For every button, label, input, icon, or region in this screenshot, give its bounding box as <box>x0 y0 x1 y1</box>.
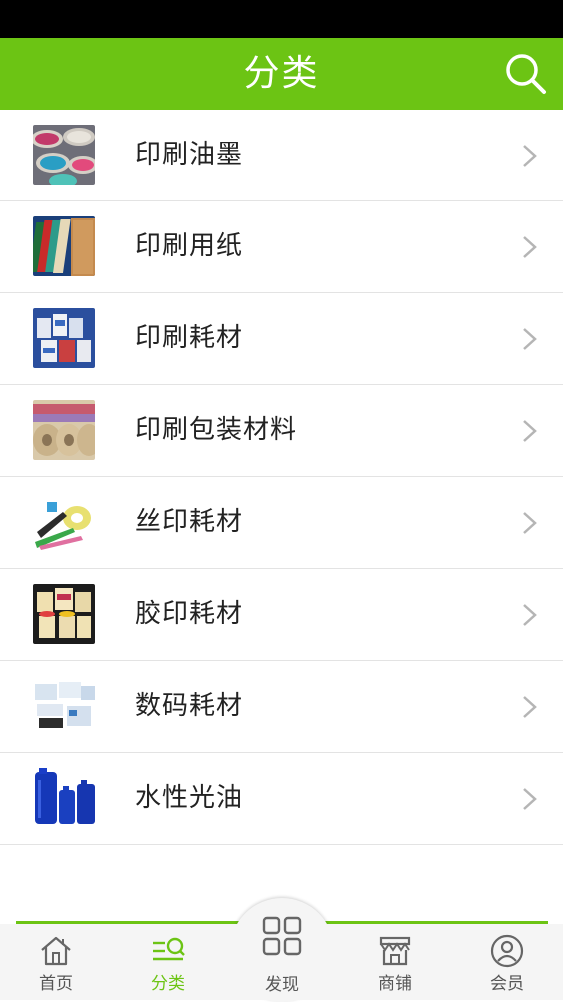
chevron-right-icon <box>523 145 537 167</box>
category-item-offset-consumables[interactable]: 胶印耗材 <box>0 569 563 661</box>
screen-print-tools-thumbnail <box>33 492 95 552</box>
chevron-right-icon <box>523 788 537 810</box>
chevron-right-icon <box>523 512 537 534</box>
grid-icon <box>262 916 302 956</box>
tab-category[interactable]: 分类 <box>112 924 224 1000</box>
category-label: 印刷包装材料 <box>135 415 298 445</box>
category-label: 胶印耗材 <box>135 599 244 629</box>
chevron-right-icon <box>523 236 537 258</box>
chevron-right-icon <box>523 696 537 718</box>
consumables-cans-thumbnail <box>33 308 95 368</box>
category-label: 印刷耗材 <box>135 323 244 353</box>
category-label: 数码耗材 <box>135 691 244 721</box>
chevron-right-icon <box>523 328 537 350</box>
ink-cans-thumbnail <box>33 125 95 185</box>
tab-store[interactable]: 商铺 <box>339 924 451 1000</box>
category-icon <box>153 937 185 961</box>
category-item-digital-consumables[interactable]: 数码耗材 <box>0 661 563 753</box>
tab-label: 首页 <box>39 974 73 994</box>
category-label: 水性光油 <box>135 783 244 813</box>
home-icon <box>41 936 71 966</box>
tab-home[interactable]: 首页 <box>0 924 112 1000</box>
category-item-screen-print-consumables[interactable]: 丝印耗材 <box>0 477 563 569</box>
tab-discover[interactable]: 发现 <box>226 916 338 1000</box>
search-button[interactable] <box>503 51 549 97</box>
store-icon <box>379 936 411 966</box>
category-label: 印刷用纸 <box>135 231 244 261</box>
chevron-right-icon <box>523 420 537 442</box>
category-item-printing-paper[interactable]: 印刷用纸 <box>0 201 563 293</box>
app-header: 分类 <box>0 38 563 110</box>
category-label: 丝印耗材 <box>135 507 244 537</box>
packaging-rolls-thumbnail <box>33 400 95 460</box>
paper-sheets-thumbnail <box>33 216 95 276</box>
category-item-water-based-varnish[interactable]: 水性光油 <box>0 753 563 845</box>
category-item-packaging-materials[interactable]: 印刷包装材料 <box>0 385 563 477</box>
category-item-printing-consumables[interactable]: 印刷耗材 <box>0 293 563 385</box>
tab-label: 分类 <box>151 974 185 994</box>
digital-cartridges-thumbnail <box>33 676 95 736</box>
status-bar <box>0 0 563 38</box>
tab-label: 会员 <box>490 974 524 994</box>
tab-label: 商铺 <box>378 974 412 994</box>
category-item-printing-ink[interactable]: 印刷油墨 <box>0 110 563 201</box>
search-icon <box>506 54 546 94</box>
category-label: 印刷油墨 <box>135 140 244 170</box>
page-title: 分类 <box>243 53 320 94</box>
tab-member[interactable]: 会员 <box>451 924 563 1000</box>
offset-ink-cans-thumbnail <box>33 584 95 644</box>
user-icon <box>490 934 524 968</box>
chevron-right-icon <box>523 604 537 626</box>
category-list: 印刷油墨 印刷用纸 印刷耗材 印刷包装材料 丝印耗材 胶印耗材 数码耗材 水性光… <box>0 110 563 845</box>
blue-barrels-thumbnail <box>33 768 95 828</box>
tab-label: 发现 <box>265 975 299 995</box>
